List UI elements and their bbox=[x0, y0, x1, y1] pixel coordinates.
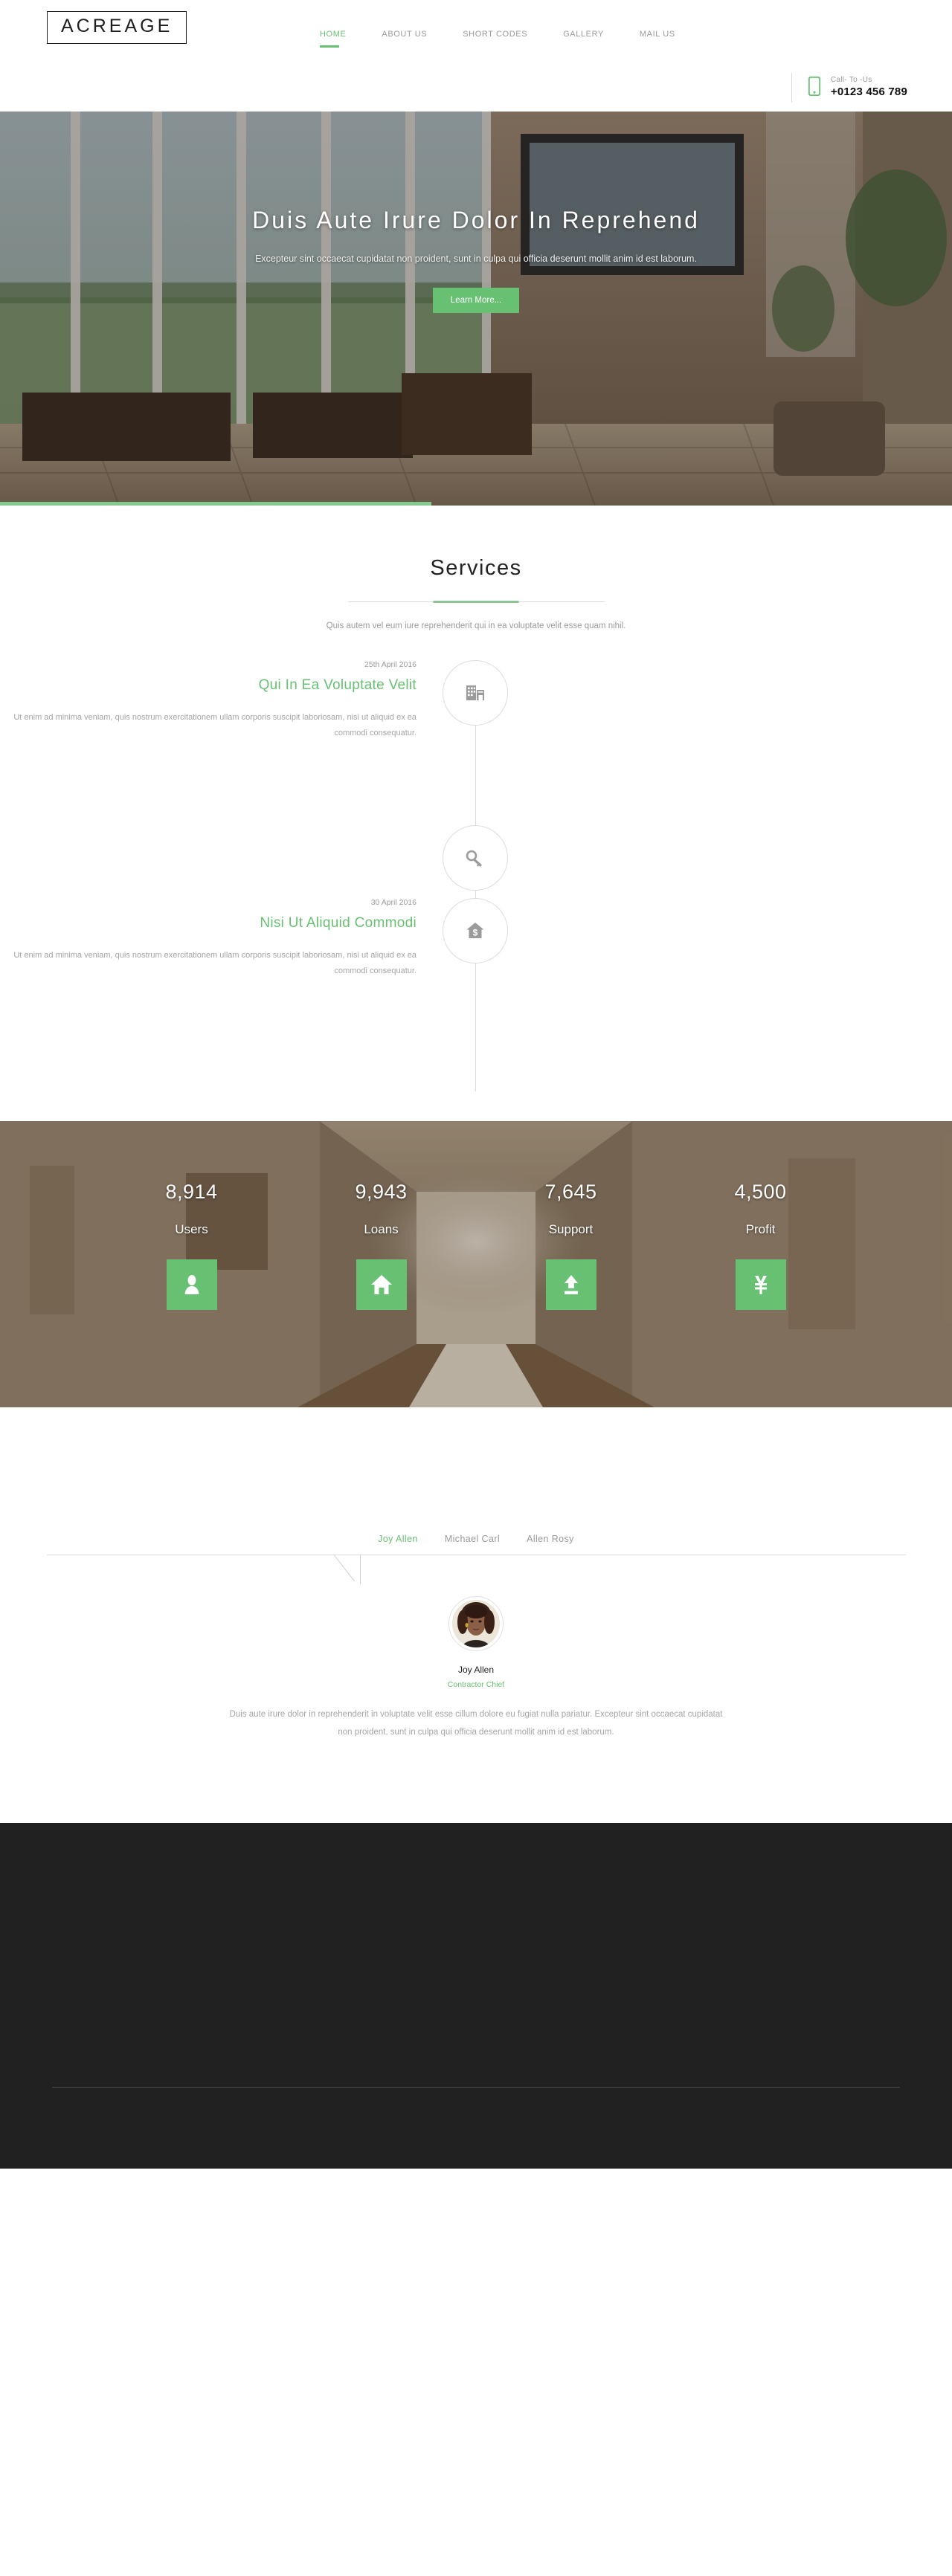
services-section: Services Quis autem vel eum iure reprehe… bbox=[0, 506, 952, 1121]
tab-allen-rosy[interactable]: Allen Rosy bbox=[527, 1534, 574, 1555]
tab-joy-allen[interactable]: Joy Allen bbox=[378, 1534, 418, 1555]
timeline-heading[interactable]: Qui In Ea Voluptate Velit bbox=[0, 677, 416, 694]
counter-label: Profit bbox=[745, 1222, 776, 1236]
testimonial-role: Contractor Chief bbox=[447, 1680, 505, 1689]
services-title: Services bbox=[430, 556, 522, 580]
nav-item-mail-us[interactable]: MAIL US bbox=[640, 30, 675, 46]
timeline-node[interactable] bbox=[443, 660, 508, 726]
upload-icon[interactable] bbox=[545, 1259, 596, 1310]
counter-item: 4,500 Profit bbox=[666, 1181, 855, 1310]
timeline-node[interactable]: $ bbox=[443, 898, 508, 963]
timeline-date: 25th April 2016 bbox=[364, 660, 416, 669]
timeline-body: Ut enim ad minima veniam, quis nostrum e… bbox=[13, 951, 416, 976]
nav-label: ABOUT US bbox=[382, 30, 428, 39]
nav-item-about-us[interactable]: ABOUT US bbox=[382, 30, 427, 46]
site-header: ACREAGE HOME ABOUT US SHORT CODES GALLER… bbox=[0, 0, 952, 112]
counter-label: Support bbox=[548, 1222, 594, 1236]
call-label: Call- To -Us bbox=[830, 76, 872, 85]
nav-label: HOME bbox=[320, 30, 347, 39]
nav-label: GALLERY bbox=[563, 30, 604, 39]
hero-subtitle: Excepteur sint occaecat cupidatat non pr… bbox=[255, 254, 697, 264]
counter-value: 8,914 bbox=[165, 1181, 218, 1203]
svg-text:$: $ bbox=[473, 928, 478, 938]
timeline-item: 30 April 2016 Nisi Ut Aliquid Commodi Ut… bbox=[0, 898, 952, 1069]
testimonials-section: Joy Allen Michael Carl Allen Rosy Joy Al… bbox=[0, 1407, 952, 1824]
tab-label: Allen Rosy bbox=[527, 1534, 574, 1544]
site-footer bbox=[0, 1823, 952, 2169]
key-icon bbox=[466, 848, 485, 868]
learn-more-button[interactable]: Learn More... bbox=[432, 288, 520, 313]
timeline-heading[interactable]: Nisi Ut Aliquid Commodi bbox=[0, 915, 416, 932]
timeline-body: Ut enim ad minima veniam, quis nostrum e… bbox=[13, 713, 416, 738]
call-number[interactable]: +0123 456 789 bbox=[831, 85, 907, 100]
counter-label: Users bbox=[175, 1222, 208, 1236]
timeline-item: 25th April 2016 Qui In Ea Voluptate Veli… bbox=[0, 660, 952, 818]
active-tab-pointer bbox=[333, 1555, 363, 1584]
counter-value: 9,943 bbox=[355, 1181, 408, 1203]
counter-item: 9,943 Loans bbox=[286, 1181, 476, 1310]
timeline-item bbox=[0, 818, 952, 898]
logo[interactable]: ACREAGE bbox=[47, 11, 187, 44]
user-icon[interactable] bbox=[166, 1259, 217, 1310]
nav-item-short-codes[interactable]: SHORT CODES bbox=[463, 30, 527, 46]
home-icon[interactable] bbox=[356, 1259, 407, 1310]
nav-item-gallery[interactable]: GALLERY bbox=[563, 30, 604, 46]
testimonial-tabs: Joy Allen Michael Carl Allen Rosy bbox=[0, 1534, 952, 1555]
avatar-image bbox=[452, 1600, 500, 1647]
services-timeline: 25th April 2016 Qui In Ea Voluptate Veli… bbox=[0, 660, 952, 1091]
house-dollar-icon: $ bbox=[466, 921, 485, 940]
counter-item: 8,914 Users bbox=[97, 1181, 286, 1310]
tab-label: Joy Allen bbox=[378, 1534, 418, 1544]
call-to-us: Call- To -Us +0123 456 789 bbox=[791, 73, 907, 103]
tab-michael-carl[interactable]: Michael Carl bbox=[445, 1534, 500, 1555]
timeline-date: 30 April 2016 bbox=[370, 898, 416, 907]
divider bbox=[791, 73, 792, 103]
main-navigation: HOME ABOUT US SHORT CODES GALLERY MAIL U… bbox=[320, 30, 675, 48]
tab-label: Michael Carl bbox=[444, 1534, 501, 1544]
mobile-phone-icon bbox=[808, 76, 821, 100]
section-divider bbox=[347, 601, 605, 602]
footer-divider bbox=[52, 2087, 900, 2088]
testimonial-name: Joy Allen bbox=[457, 1665, 495, 1675]
nav-label: SHORT CODES bbox=[463, 30, 528, 39]
hero-progress-bar bbox=[0, 502, 431, 506]
counter-value: 7,645 bbox=[544, 1181, 597, 1203]
hero-banner: Duis Aute Irure Dolor In Reprehend Excep… bbox=[0, 112, 952, 506]
avatar bbox=[448, 1596, 504, 1651]
counters-list: 8,914 Users 9,943 Loans 7,645 Support 4,… bbox=[0, 1121, 952, 1407]
logo-text: ACREAGE bbox=[61, 16, 173, 36]
office-building-icon bbox=[466, 683, 485, 703]
hero-content: Duis Aute Irure Dolor In Reprehend Excep… bbox=[0, 207, 952, 313]
services-subtitle: Quis autem vel eum iure reprehenderit qu… bbox=[326, 622, 626, 630]
counter-value: 4,500 bbox=[734, 1181, 787, 1203]
testimonial-content: Joy Allen Contractor Chief Duis aute iru… bbox=[0, 1596, 952, 1741]
testimonial-quote: Duis aute irure dolor in reprehenderit i… bbox=[229, 1710, 723, 1737]
counters-section: 8,914 Users 9,943 Loans 7,645 Support 4,… bbox=[0, 1121, 952, 1407]
counter-item: 7,645 Support bbox=[476, 1181, 666, 1310]
yen-icon[interactable] bbox=[735, 1259, 786, 1310]
hero-title: Duis Aute Irure Dolor In Reprehend bbox=[252, 207, 700, 233]
timeline-node[interactable] bbox=[443, 825, 508, 891]
nav-item-home[interactable]: HOME bbox=[320, 30, 347, 48]
counter-label: Loans bbox=[364, 1222, 399, 1236]
nav-label: MAIL US bbox=[639, 30, 675, 39]
